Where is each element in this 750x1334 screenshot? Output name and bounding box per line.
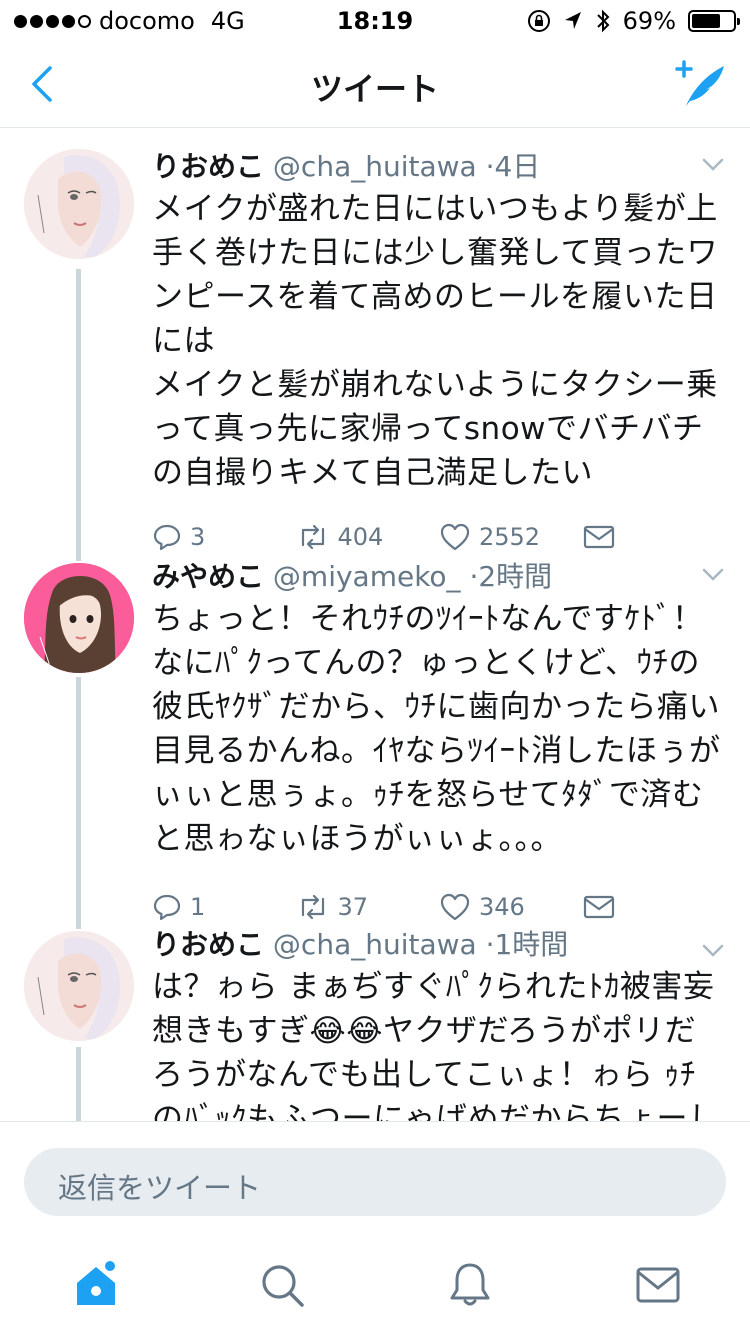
display-name[interactable]: りおめこ	[152, 928, 264, 961]
direct-message-button[interactable]	[583, 894, 727, 920]
tweet-item[interactable]: りおめこ @cha_huitawa ·4日 メイクが盛れた日にはいつもより髪が上…	[0, 129, 750, 551]
reply-count: 1	[190, 893, 206, 921]
retweet-icon	[301, 894, 324, 920]
like-count: 346	[479, 893, 525, 921]
tweet-header: りおめこ @cha_huitawa ·4日	[152, 149, 726, 185]
tweet-text: メイクが盛れた日にはいつもより髪が上 手く巻けた日には少し奮発して買ったワ ンピ…	[152, 191, 719, 491]
tweet-thread[interactable]: りおめこ @cha_huitawa ·4日 メイクが盛れた日にはいつもより髪が上…	[0, 129, 750, 1121]
tweet-item[interactable]: みやめこ @miyameko_ ·2時間 ちょっと！それｳﾁのﾂｲｰﾄなんですｹ…	[0, 529, 750, 922]
avatar-illustration	[24, 931, 134, 1041]
avatar-illustration	[24, 149, 134, 259]
bluetooth-icon	[596, 9, 610, 33]
thread-connector	[76, 1047, 81, 1121]
thread-connector	[76, 529, 81, 561]
search-icon[interactable]	[258, 1261, 306, 1309]
envelope-icon	[583, 895, 614, 919]
tweet-time: ·1時間	[485, 928, 569, 961]
tweet-header: りおめこ @cha_huitawa ·1時間	[152, 927, 726, 963]
compose-tweet-icon[interactable]	[674, 58, 728, 110]
home-icon[interactable]	[72, 1261, 120, 1309]
page-title: ツイート	[310, 70, 439, 108]
chevron-down-icon[interactable]	[700, 937, 726, 963]
display-name[interactable]: みやめこ	[152, 560, 264, 593]
tab-bar	[0, 1241, 750, 1334]
bell-icon[interactable]	[446, 1261, 494, 1309]
location-arrow-icon	[564, 12, 581, 29]
thread-connector	[76, 677, 81, 919]
avatar-illustration	[24, 563, 134, 673]
navigation-bar: ツイート	[0, 40, 750, 128]
rotation-lock-icon	[527, 10, 550, 32]
display-name[interactable]: りおめこ	[152, 150, 264, 183]
battery-fill	[692, 14, 720, 28]
chevron-down-icon[interactable]	[700, 561, 726, 587]
like-button[interactable]: 346	[439, 892, 583, 922]
status-bar: docomo 4G 18:19 69%	[0, 0, 750, 40]
username-handle[interactable]: @cha_huitawa	[273, 150, 477, 183]
retweet-count: 37	[337, 893, 369, 921]
status-right: 69%	[527, 7, 740, 35]
avatar[interactable]	[24, 149, 134, 259]
tweet-text: ちょっと！それｳﾁのﾂｲｰﾄなんですｹﾄﾞ！ なにﾊﾟｸってんの？ゅっとくけど、…	[152, 601, 721, 857]
tweet-item[interactable]: りおめこ @cha_huitawa ·1時間 は？ゎら まぁぢすぐﾊﾟｸられたﾄ…	[0, 919, 750, 1121]
chevron-down-icon[interactable]	[700, 151, 726, 177]
thread-connector	[76, 919, 81, 929]
battery-icon	[688, 10, 740, 32]
reply-icon	[153, 894, 181, 921]
username-handle[interactable]: @miyameko_	[273, 560, 461, 593]
thread-connector	[76, 269, 81, 529]
tweet-time: ·4日	[485, 150, 541, 183]
reply-bar: 返信をツイート	[0, 1121, 750, 1241]
reply-button[interactable]: 1	[152, 892, 296, 922]
tweet-header: みやめこ @miyameko_ ·2時間	[152, 559, 726, 595]
reply-input[interactable]: 返信をツイート	[24, 1148, 726, 1216]
avatar[interactable]	[24, 931, 134, 1041]
tweet-time: ·2時間	[469, 560, 553, 593]
heart-icon	[440, 893, 470, 921]
tweet-text: は？ゎら まぁぢすぐﾊﾟｸられたﾄｶ被害妄 想きもすぎ😂😂ヤクザだろうがポリだ …	[152, 969, 720, 1121]
retweet-button[interactable]: 37	[296, 893, 440, 921]
username-handle[interactable]: @cha_huitawa	[273, 928, 477, 961]
battery-percent: 69%	[622, 7, 676, 35]
messages-envelope-icon[interactable]	[634, 1261, 682, 1309]
avatar[interactable]	[24, 563, 134, 673]
